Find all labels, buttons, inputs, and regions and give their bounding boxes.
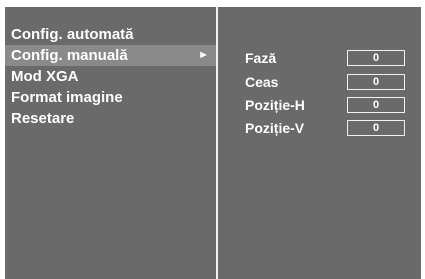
menu-item-image-format[interactable]: Format imagine — [5, 87, 216, 108]
param-label: Ceas — [245, 74, 279, 90]
h-position-value-field[interactable]: 0 — [347, 97, 405, 113]
menu-item-label: Mod XGA — [11, 68, 79, 85]
osd-menu: Config. automată Config. manuală ► Mod X… — [5, 7, 421, 279]
menu-item-label: Format imagine — [11, 89, 123, 106]
param-label: Fază — [245, 50, 277, 66]
param-row-clock[interactable]: Ceas 0 — [245, 72, 420, 92]
submenu-panel: Fază 0 Ceas 0 Poziție-H 0 Poziție-V 0 — [218, 7, 421, 279]
menu-item-manual-config[interactable]: Config. manuală ► — [5, 45, 216, 66]
menu-list: Config. automată Config. manuală ► Mod X… — [5, 24, 216, 129]
clock-value-field[interactable]: 0 — [347, 74, 405, 90]
param-row-phase[interactable]: Fază 0 — [245, 48, 420, 68]
param-label: Poziție-H — [245, 97, 305, 113]
menu-item-label: Config. manuală — [11, 47, 128, 64]
menu-item-auto-config[interactable]: Config. automată — [5, 24, 216, 45]
param-label: Poziție-V — [245, 120, 305, 136]
menu-item-label: Resetare — [11, 110, 75, 127]
menu-item-reset[interactable]: Resetare — [5, 108, 216, 129]
v-position-value-field[interactable]: 0 — [347, 120, 405, 136]
phase-value-field[interactable]: 0 — [347, 50, 405, 66]
main-menu-panel: Config. automată Config. manuală ► Mod X… — [5, 7, 218, 279]
menu-item-label: Config. automată — [11, 26, 134, 43]
param-row-v-position[interactable]: Poziție-V 0 — [245, 118, 420, 138]
param-row-h-position[interactable]: Poziție-H 0 — [245, 95, 420, 115]
arrow-right-icon: ► — [198, 49, 209, 61]
menu-item-xga-mode[interactable]: Mod XGA — [5, 66, 216, 87]
